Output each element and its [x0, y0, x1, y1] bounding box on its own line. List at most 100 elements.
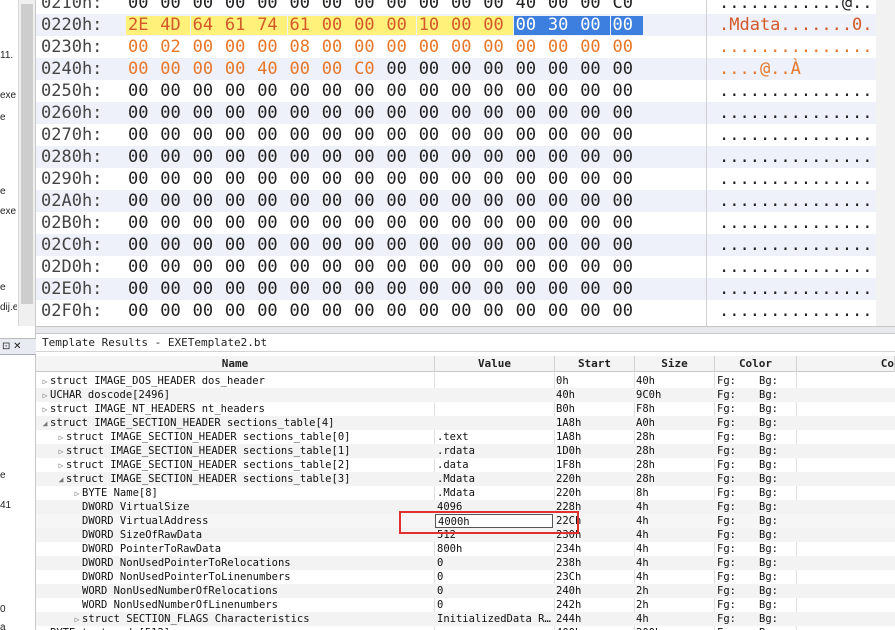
collapsed-triangle-icon[interactable]: ▷ [40, 403, 50, 416]
hex-byte[interactable]: 00 [449, 16, 481, 35]
hex-byte[interactable]: 00 [449, 170, 481, 189]
hex-byte[interactable]: 00 [126, 148, 158, 167]
hex-byte[interactable]: 40 [514, 0, 546, 13]
hex-byte[interactable]: 00 [514, 82, 546, 101]
hex-byte[interactable]: 00 [255, 126, 287, 145]
hex-row[interactable]: 02C0h: 00 00 00 00 00 00 00 00 00 00 00 00 00 00 00 00..… [36, 234, 895, 256]
hex-byte[interactable]: 00 [611, 148, 643, 167]
column-value[interactable]: Value [435, 356, 555, 372]
collapsed-triangle-icon[interactable]: ▷ [40, 375, 50, 388]
hex-byte[interactable]: 00 [288, 60, 320, 79]
hex-byte[interactable]: 00 [223, 236, 255, 255]
hex-byte[interactable]: 00 [514, 126, 546, 145]
template-row[interactable]: ▷ struct SECTION_FLAGS Characteristics Ini… [36, 612, 895, 626]
hex-byte[interactable]: 00 [320, 170, 352, 189]
hex-byte[interactable]: 00 [611, 214, 643, 233]
template-row[interactable]: DWORD NonUsedPointerToLinenumbers 0 23Ch 4h… [36, 570, 895, 584]
hex-byte[interactable]: 00 [352, 38, 384, 57]
hex-byte[interactable]: 00 [158, 302, 190, 321]
hex-byte[interactable]: 00 [255, 192, 287, 211]
column-color[interactable]: Color [715, 356, 797, 372]
hex-byte[interactable]: 00 [481, 0, 513, 13]
hex-byte[interactable]: 00 [514, 60, 546, 79]
hex-row[interactable]: 0290h: 00 00 00 00 00 00 00 00 00 00 00 00 00 00 00 00..… [36, 168, 895, 190]
hex-byte[interactable]: 00 [417, 214, 449, 233]
hex-byte[interactable]: 00 [514, 38, 546, 57]
hex-byte[interactable]: 00 [417, 104, 449, 123]
hex-byte[interactable]: 00 [288, 214, 320, 233]
hex-byte[interactable]: 00 [578, 148, 610, 167]
hex-byte[interactable]: 00 [191, 258, 223, 277]
hex-byte[interactable]: 00 [223, 148, 255, 167]
hex-byte[interactable]: 64 [190, 16, 223, 35]
hex-byte[interactable]: 00 [255, 82, 287, 101]
hex-byte[interactable]: 2E [126, 16, 158, 35]
hex-byte[interactable]: 00 [546, 82, 578, 101]
hex-byte[interactable]: 00 [611, 104, 643, 123]
hex-byte[interactable]: 00 [288, 170, 320, 189]
hex-byte[interactable]: 00 [417, 192, 449, 211]
hex-byte[interactable]: 00 [191, 148, 223, 167]
hex-byte[interactable]: 00 [320, 104, 352, 123]
expanded-triangle-icon[interactable]: ◢ [56, 473, 66, 486]
hex-byte[interactable]: 00 [417, 302, 449, 321]
hex-byte[interactable]: 00 [255, 38, 287, 57]
hex-byte[interactable]: 00 [384, 38, 416, 57]
hex-ascii-text[interactable]: ................ [719, 124, 883, 146]
hex-ascii-text[interactable]: ............@.. [719, 0, 873, 14]
hex-byte[interactable]: 00 [578, 192, 610, 211]
hex-byte[interactable]: 00 [223, 60, 255, 79]
hex-byte[interactable]: 00 [514, 302, 546, 321]
hex-byte[interactable]: 00 [288, 82, 320, 101]
template-row[interactable]: DWORD NonUsedPointerToRelocations 0 238h 4h… [36, 556, 895, 570]
hex-byte[interactable]: 00 [546, 302, 578, 321]
hex-byte[interactable]: 00 [611, 60, 643, 79]
hex-byte[interactable]: 00 [320, 302, 352, 321]
collapsed-triangle-icon[interactable]: ▷ [72, 613, 82, 626]
hex-byte[interactable]: 00 [191, 280, 223, 299]
hex-byte[interactable]: 00 [417, 0, 449, 13]
hex-byte[interactable]: 00 [223, 0, 255, 13]
hex-byte[interactable]: 00 [126, 258, 158, 277]
hex-byte[interactable]: 61 [222, 16, 255, 35]
hex-row[interactable]: 0210h: 00 00 00 00 00 00 00 00 00 00 00 00 40 00 00 C0..… [36, 0, 895, 14]
hex-byte[interactable]: 00 [449, 192, 481, 211]
hex-byte[interactable]: 00 [320, 214, 352, 233]
hex-byte[interactable]: 00 [255, 0, 287, 13]
hex-byte[interactable]: 00 [223, 214, 255, 233]
template-value-cell[interactable]: 0 [435, 556, 553, 570]
hex-byte[interactable]: 00 [191, 0, 223, 13]
hex-byte[interactable]: 00 [158, 82, 190, 101]
hex-byte[interactable]: 00 [481, 104, 513, 123]
hex-byte[interactable]: 00 [255, 302, 287, 321]
hex-byte[interactable]: 00 [288, 148, 320, 167]
collapsed-triangle-icon[interactable]: ▷ [40, 389, 50, 402]
hex-byte[interactable]: 00 [255, 280, 287, 299]
hex-row[interactable]: 0230h: 00 02 00 00 00 08 00 00 00 00 00 00 00 00 00 00..… [36, 36, 895, 58]
hex-byte[interactable]: 00 [449, 0, 481, 13]
hex-byte[interactable]: 40 [255, 60, 287, 79]
hex-byte[interactable]: 00 [320, 258, 352, 277]
hex-byte[interactable]: 00 [191, 302, 223, 321]
hex-byte[interactable]: 00 [449, 280, 481, 299]
template-row[interactable]: ▷ UCHAR doscode[2496] 40h 9C0h Fg: Bg: [36, 388, 895, 402]
hex-byte[interactable]: 00 [417, 38, 449, 57]
hex-row[interactable]: 02E0h: 00 00 00 00 00 00 00 00 00 00 00 00 00 00 00 00..… [36, 278, 895, 300]
hex-byte[interactable]: 00 [126, 60, 158, 79]
hex-byte[interactable]: 00 [320, 0, 352, 13]
hex-byte[interactable]: 00 [352, 0, 384, 13]
hex-byte[interactable]: 00 [158, 280, 190, 299]
hex-byte[interactable]: 00 [449, 302, 481, 321]
hex-byte[interactable]: 00 [126, 126, 158, 145]
hex-byte[interactable]: 00 [158, 104, 190, 123]
left-list-fragment[interactable]: exe [0, 90, 17, 101]
hex-byte[interactable]: 00 [223, 302, 255, 321]
hex-byte[interactable]: 00 [578, 126, 610, 145]
hex-byte[interactable]: 00 [126, 170, 158, 189]
hex-byte[interactable]: 00 [384, 104, 416, 123]
hex-byte[interactable]: 00 [481, 214, 513, 233]
template-value-cell[interactable]: .Mdata [435, 472, 553, 486]
hex-byte[interactable]: 00 [546, 280, 578, 299]
hex-byte[interactable]: 00 [223, 126, 255, 145]
hex-byte[interactable]: 00 [546, 38, 578, 57]
